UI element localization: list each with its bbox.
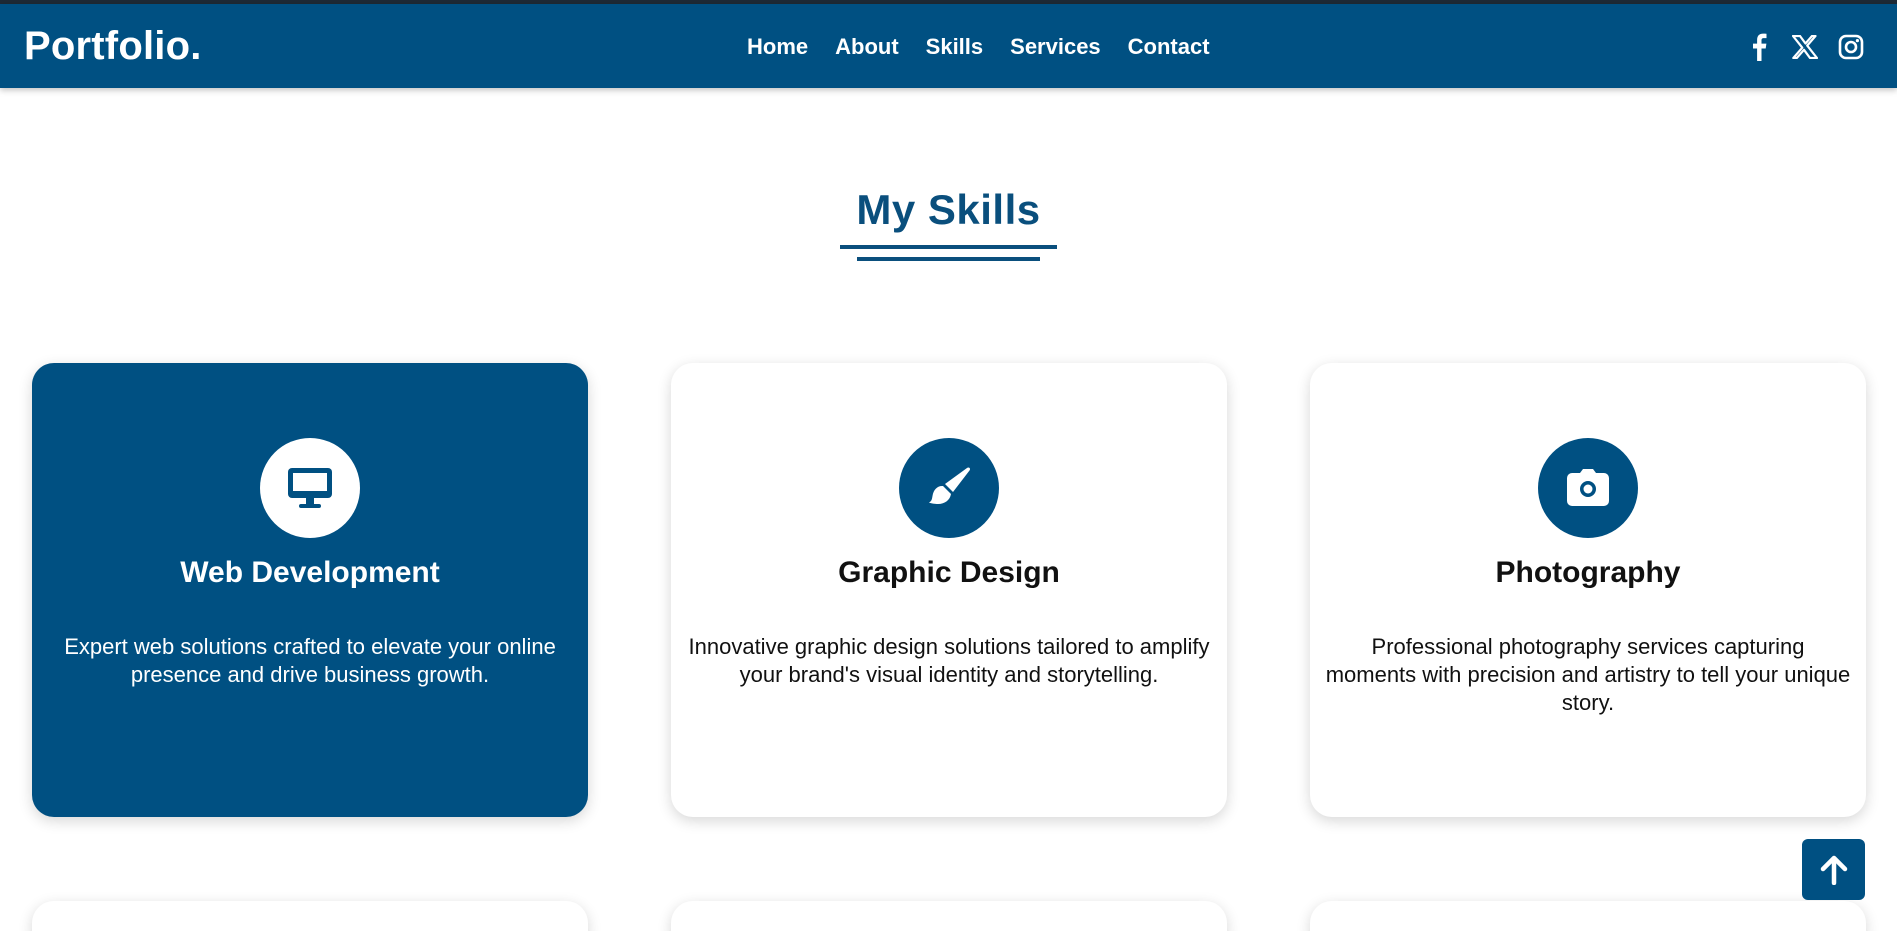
nav-link-services[interactable]: Services <box>1010 34 1101 60</box>
icon-circle <box>899 438 999 538</box>
navbar: Portfolio. Home About Skills Services Co… <box>0 4 1897 88</box>
logo[interactable]: Portfolio. <box>24 24 202 69</box>
section-title: My Skills <box>856 186 1041 233</box>
desktop-monitor-icon <box>288 468 332 508</box>
title-underline-outer <box>840 245 1057 249</box>
nav-links: Home About Skills Services Contact <box>747 34 1210 60</box>
card-description: Innovative graphic design solutions tail… <box>688 634 1210 687</box>
skill-card-partial[interactable] <box>671 901 1227 931</box>
nav-link-home[interactable]: Home <box>747 34 808 60</box>
skill-card-web-development[interactable]: Web Development Expert web solutions cra… <box>32 363 588 817</box>
social-links <box>1745 32 1865 62</box>
icon-circle <box>1538 438 1638 538</box>
skill-card-photography[interactable]: Photography Professional photography ser… <box>1310 363 1866 817</box>
nav-link-skills[interactable]: Skills <box>926 34 983 60</box>
card-title: Photography <box>1495 556 1681 589</box>
x-twitter-icon[interactable] <box>1791 32 1819 62</box>
skill-card-graphic-design[interactable]: Graphic Design Innovative graphic design… <box>671 363 1227 817</box>
skill-card-partial[interactable] <box>32 901 588 931</box>
nav-link-about[interactable]: About <box>835 34 899 60</box>
card-description: Expert web solutions crafted to elevate … <box>64 634 556 687</box>
nav-link-contact[interactable]: Contact <box>1128 34 1210 60</box>
icon-circle <box>260 438 360 538</box>
title-underline-inner <box>857 257 1040 261</box>
arrow-up-icon <box>1820 855 1847 885</box>
paint-brush-icon <box>929 467 971 504</box>
facebook-icon[interactable] <box>1745 32 1773 62</box>
camera-icon <box>1567 469 1609 506</box>
instagram-icon[interactable] <box>1837 32 1865 62</box>
card-title: Graphic Design <box>838 556 1060 589</box>
back-to-top-button[interactable] <box>1802 839 1865 900</box>
card-title: Web Development <box>180 556 440 589</box>
card-description: Professional photography services captur… <box>1325 634 1851 715</box>
skill-card-partial[interactable] <box>1310 901 1866 931</box>
